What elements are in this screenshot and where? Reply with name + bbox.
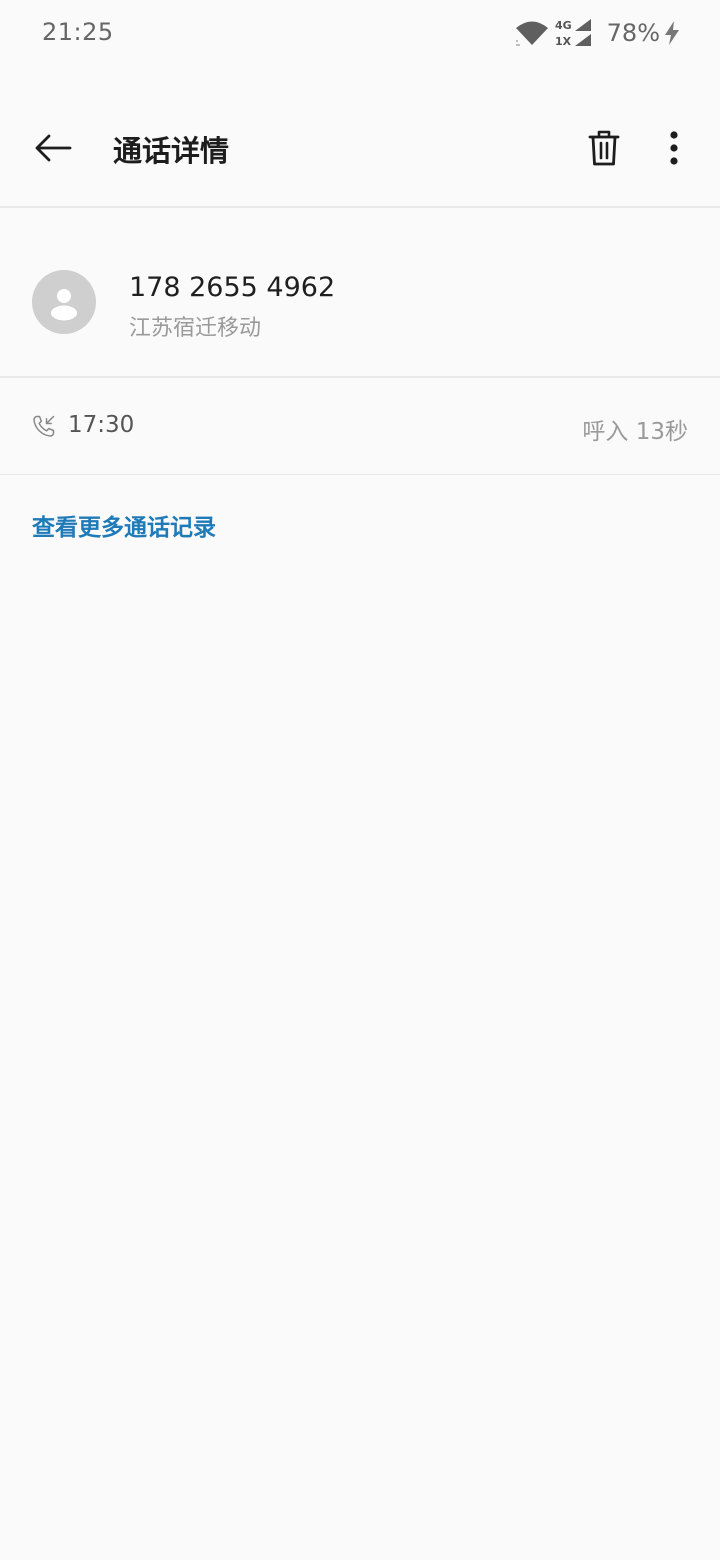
back-button[interactable] [26, 120, 82, 176]
wifi-icon [515, 19, 549, 47]
person-icon [51, 289, 77, 321]
call-record-row: 17:30 呼入 13秒 [0, 378, 720, 474]
avatar[interactable] [32, 270, 96, 334]
contact-header: 178 2655 4962 江苏宿迁移动 [0, 208, 720, 376]
status-bar: 21:25 4G 1X 78% [0, 0, 720, 66]
divider [0, 474, 720, 475]
battery-level: 78% [606, 19, 660, 47]
page-title: 通话详情 [113, 134, 230, 168]
status-time: 21:25 [42, 18, 114, 46]
more-vertical-icon [670, 131, 678, 165]
view-more-records-link[interactable]: 查看更多通话记录 [32, 508, 216, 542]
network-type-top: 4G [555, 19, 572, 32]
carrier-location: 江苏宿迁移动 [129, 316, 262, 341]
delete-button[interactable] [576, 120, 632, 176]
more-options-button[interactable] [648, 120, 700, 176]
signal-icon: 4G 1X [555, 18, 595, 48]
back-arrow-icon [35, 134, 72, 162]
app-bar: 通话详情 [0, 90, 720, 206]
trash-icon [588, 130, 620, 166]
network-type-bottom: 1X [555, 35, 572, 48]
status-icons: 4G 1X 78% [515, 16, 680, 50]
charging-icon [664, 21, 680, 45]
call-type-duration: 呼入 13秒 [582, 419, 688, 445]
incoming-call-icon [33, 415, 55, 437]
call-time: 17:30 [68, 412, 135, 438]
phone-number[interactable]: 178 2655 4962 [129, 272, 335, 303]
